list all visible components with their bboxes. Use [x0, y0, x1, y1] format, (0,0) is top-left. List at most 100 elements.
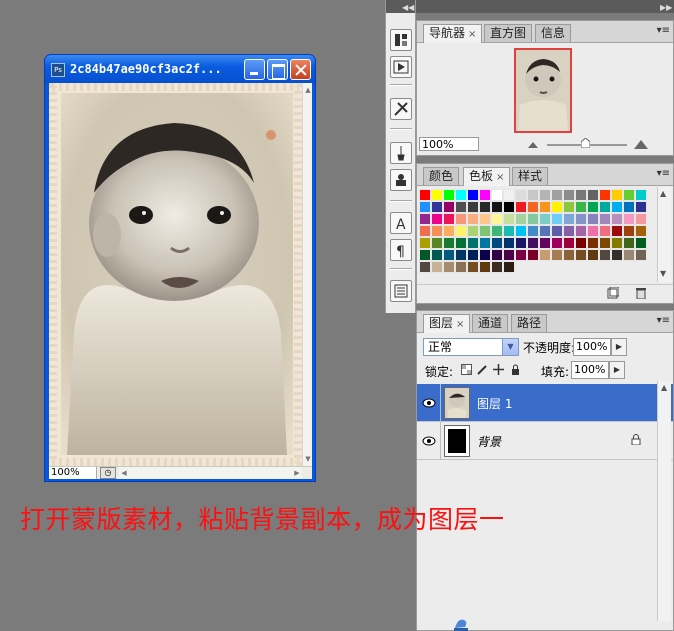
opacity-field[interactable]: 100%	[573, 338, 611, 356]
panel-menu-icon[interactable]: ▾≡	[657, 315, 670, 326]
brushes-icon[interactable]	[390, 142, 412, 164]
tool-presets-icon[interactable]	[390, 98, 412, 120]
swatch[interactable]	[467, 225, 479, 237]
swatch[interactable]	[599, 237, 611, 249]
panel-menu-icon[interactable]: ▾≡	[657, 25, 670, 36]
swatch[interactable]	[503, 189, 515, 201]
layer-name[interactable]: 背景	[477, 433, 501, 450]
swatch[interactable]	[611, 225, 623, 237]
swatch[interactable]	[467, 249, 479, 261]
swatch[interactable]	[479, 261, 491, 273]
swatch[interactable]	[419, 225, 431, 237]
swatch[interactable]	[623, 225, 635, 237]
lock-position-move-icon[interactable]	[493, 364, 504, 375]
swatch[interactable]	[635, 201, 647, 213]
swatch[interactable]	[575, 249, 587, 261]
swatch[interactable]	[527, 189, 539, 201]
swatch[interactable]	[527, 201, 539, 213]
swatch[interactable]	[599, 213, 611, 225]
eye-icon[interactable]	[422, 434, 436, 448]
strip-header[interactable]: ◀◀	[386, 0, 415, 13]
swatch[interactable]	[551, 201, 563, 213]
scroll-left-arrow-icon[interactable]: ◀	[119, 468, 129, 478]
swatch[interactable]	[431, 213, 443, 225]
swatch[interactable]	[611, 249, 623, 261]
swatch[interactable]	[443, 189, 455, 201]
swatch[interactable]	[563, 225, 575, 237]
swatch[interactable]	[479, 213, 491, 225]
swatch[interactable]	[503, 213, 515, 225]
swatch[interactable]	[551, 237, 563, 249]
swatch[interactable]	[491, 189, 503, 201]
fill-field[interactable]: 100%	[571, 361, 609, 379]
swatch[interactable]	[443, 237, 455, 249]
swatch[interactable]	[431, 261, 443, 273]
tab-channels[interactable]: 通道	[472, 314, 509, 332]
swatch[interactable]	[455, 189, 467, 201]
swatch[interactable]	[443, 249, 455, 261]
swatch[interactable]	[575, 213, 587, 225]
swatch[interactable]	[455, 237, 467, 249]
dock-header[interactable]: ▶▶	[416, 0, 674, 13]
document-zoom-field[interactable]: 100%	[49, 467, 97, 479]
swatch[interactable]	[563, 249, 575, 261]
swatch[interactable]	[551, 225, 563, 237]
document-canvas-area[interactable]: ▲ ▼ 100% ◷ ◀ ▶	[49, 83, 312, 479]
document-vertical-scrollbar[interactable]: ▲ ▼	[302, 83, 312, 466]
swatch[interactable]	[491, 201, 503, 213]
tab-styles[interactable]: 样式	[512, 167, 549, 185]
chevron-down-icon[interactable]: ▼	[502, 339, 518, 355]
swatch[interactable]	[563, 201, 575, 213]
tab-color[interactable]: 颜色	[423, 167, 460, 185]
swatch[interactable]	[467, 201, 479, 213]
zoom-out-mountain-icon[interactable]	[527, 139, 539, 149]
swatch[interactable]	[443, 261, 455, 273]
swatch[interactable]	[419, 201, 431, 213]
actions-play-icon[interactable]	[390, 56, 412, 78]
swatch[interactable]	[635, 225, 647, 237]
maximize-button[interactable]	[267, 59, 288, 80]
navigator-preview[interactable]	[514, 48, 572, 133]
tab-histogram[interactable]: 直方图	[484, 24, 533, 42]
layer-name[interactable]: 图层 1	[477, 395, 512, 412]
swatch[interactable]	[527, 225, 539, 237]
swatch[interactable]	[611, 201, 623, 213]
swatch[interactable]	[455, 225, 467, 237]
lock-pixels-brush-icon[interactable]	[477, 364, 488, 375]
tab-navigator[interactable]: 导航器 ×	[423, 24, 483, 43]
swatch[interactable]	[527, 213, 539, 225]
clone-source-icon[interactable]	[390, 169, 412, 191]
zoom-slider-knob[interactable]	[581, 138, 590, 148]
swatch[interactable]	[491, 249, 503, 261]
layers-scrollbar[interactable]: ▲	[657, 381, 671, 621]
zoom-in-mountain-icon[interactable]	[633, 138, 649, 150]
scroll-up-arrow-icon[interactable]: ▲	[660, 189, 666, 198]
close-button[interactable]	[290, 59, 311, 80]
swatch[interactable]	[539, 201, 551, 213]
swatch[interactable]	[587, 225, 599, 237]
swatch[interactable]	[503, 261, 515, 273]
swatch[interactable]	[587, 189, 599, 201]
swatch[interactable]	[479, 201, 491, 213]
swatch[interactable]	[623, 189, 635, 201]
document-horizontal-scrollbar[interactable]: ◀ ▶	[119, 467, 302, 479]
swatch[interactable]	[431, 225, 443, 237]
lock-all-icon[interactable]	[510, 364, 521, 375]
swatch[interactable]	[539, 213, 551, 225]
scroll-right-arrow-icon[interactable]: ▶	[292, 468, 302, 478]
history-brush-icon[interactable]	[390, 29, 412, 51]
swatch[interactable]	[419, 213, 431, 225]
swatch[interactable]	[503, 249, 515, 261]
close-tab-icon[interactable]: ×	[456, 319, 464, 330]
document-window[interactable]: Ps 2c84b47ae90cf3ac2f... ▲ ▼ 100% ◷ ◀ ▶	[44, 54, 316, 482]
document-titlebar[interactable]: Ps 2c84b47ae90cf3ac2f...	[45, 55, 315, 83]
new-swatch-icon[interactable]	[607, 287, 619, 299]
swatch[interactable]	[479, 237, 491, 249]
navigator-zoom-field[interactable]: 100%	[419, 137, 479, 151]
swatch[interactable]	[635, 213, 647, 225]
swatch[interactable]	[587, 213, 599, 225]
fill-arrow-icon[interactable]: ▶	[609, 361, 625, 379]
swatch[interactable]	[551, 213, 563, 225]
swatch[interactable]	[503, 201, 515, 213]
character-icon[interactable]: A	[390, 212, 412, 234]
